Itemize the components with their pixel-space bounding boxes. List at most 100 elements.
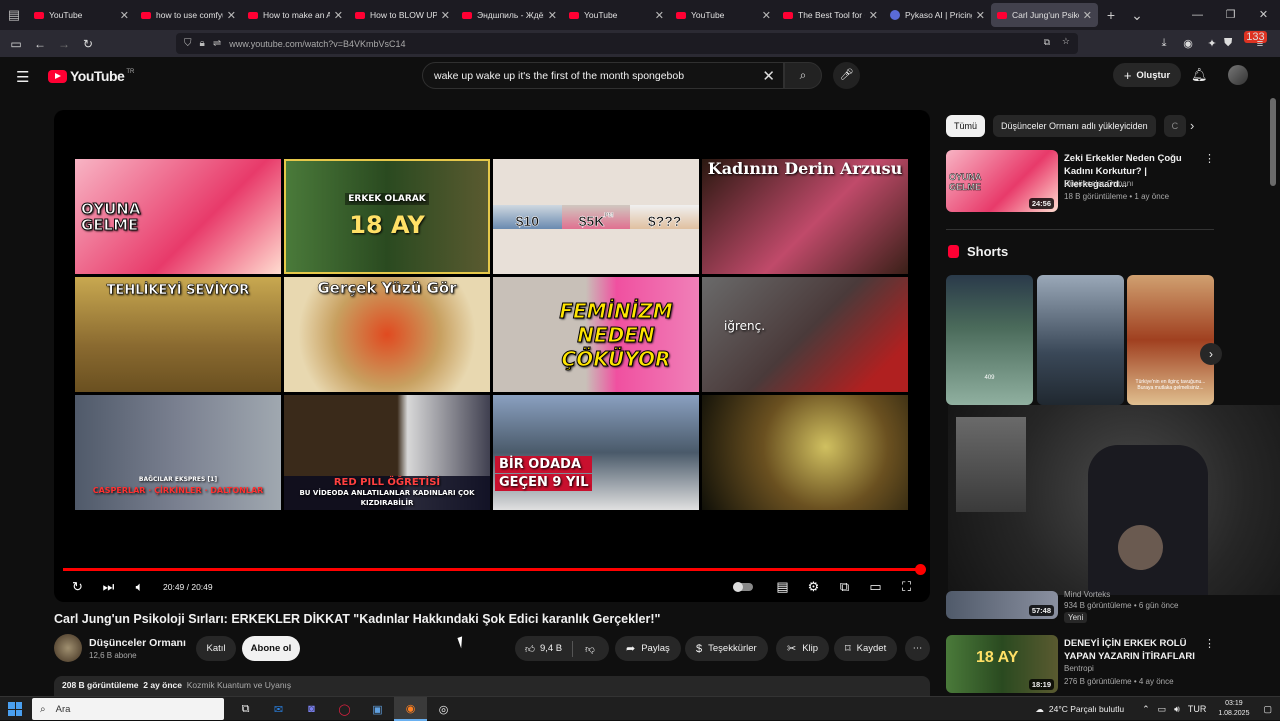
scrollbar-thumb[interactable]: [1270, 98, 1276, 186]
extensions-icon[interactable]: ✦: [1200, 37, 1224, 50]
like-count[interactable]: 9,4 B: [540, 643, 562, 654]
screenshot-icon[interactable]: ⧉: [1044, 37, 1050, 48]
channel-name[interactable]: Düşünceler Ormanı: [1064, 179, 1133, 188]
tray-chevron-icon[interactable]: ⌃: [1142, 704, 1150, 715]
video-title[interactable]: DENEYİ İÇİN ERKEK ROLÜ YAPAN YAZARIN İTİ…: [1064, 637, 1200, 663]
video-thumbnail[interactable]: 57:48: [946, 591, 1058, 619]
account-icon[interactable]: ◉: [1176, 37, 1200, 50]
channel-name[interactable]: Mind Vorteks: [1064, 590, 1110, 599]
end-screen-video[interactable]: FEMİNİZM NEDEN ÇÖKÜYOR: [493, 277, 699, 392]
sidebar-toggle-icon[interactable]: ▭: [4, 37, 28, 51]
create-button[interactable]: + Oluştur: [1113, 63, 1181, 87]
notifications-bell-icon[interactable]: 🔔︎: [1191, 67, 1208, 83]
end-screen-video[interactable]: $10 $5K PM $???: [493, 159, 699, 274]
taskbar-search[interactable]: ⌕ Ara: [32, 698, 224, 720]
short-video[interactable]: 409: [946, 275, 1033, 405]
more-actions-icon[interactable]: ⋯: [905, 636, 930, 661]
browser-tab-active[interactable]: Carl Jung'un Psikolo✕: [991, 3, 1098, 27]
windows-start-icon[interactable]: [8, 702, 22, 716]
close-tab-icon[interactable]: ✕: [334, 9, 343, 22]
lock-icon[interactable]: 🔒︎: [200, 38, 205, 49]
new-tab-icon[interactable]: +: [1098, 7, 1124, 23]
search-box[interactable]: ✕: [422, 62, 784, 89]
task-view-icon[interactable]: ⧉: [229, 697, 262, 721]
ublock-icon[interactable]: ⛊ 133: [1224, 31, 1267, 50]
url-bar[interactable]: ⛉ 🔒︎ ⇌ www.youtube.com/watch?v=B4VKmbVsC…: [176, 33, 1078, 54]
end-screen-video[interactable]: BİR ODADA GEÇEN 9 YIL: [493, 395, 699, 510]
tab-list-icon[interactable]: ▤: [0, 0, 28, 30]
browser-tab[interactable]: Эндшпиль - Ждёш ✕: [456, 0, 563, 30]
end-screen-video[interactable]: BAĞCILAR EKSPRES [1] CASPERLAR · ÇİRKİNLE…: [75, 395, 281, 510]
recommended-video[interactable]: 57:48 Mind Vorteks 934 B görüntüleme • 6…: [946, 590, 1216, 627]
chip-more[interactable]: C: [1163, 115, 1187, 137]
settings-gear-icon[interactable]: ⚙: [798, 579, 829, 595]
recommended-video[interactable]: OYUNA GELME 24:56 Zeki Erkekler Neden Ço…: [946, 150, 1216, 214]
browser-tab[interactable]: YouTube ✕: [563, 0, 670, 30]
end-screen-video[interactable]: OYUNA GELME: [75, 159, 281, 274]
back-icon[interactable]: ←: [28, 37, 52, 51]
end-screen-video[interactable]: [702, 395, 908, 510]
close-tab-icon[interactable]: ✕: [227, 9, 236, 22]
forward-icon[interactable]: →: [52, 37, 76, 51]
thanks-button[interactable]: $ Teşekkürler: [685, 636, 768, 661]
chip-from-uploader[interactable]: Düşünceler Ormanı adlı yükleyiciden: [993, 115, 1156, 137]
fullscreen-icon[interactable]: ⛶: [891, 579, 922, 595]
description-box[interactable]: 208 B görüntüleme 2 ay önce Kozmik Kuant…: [54, 676, 930, 696]
channel-name[interactable]: Düşünceler Ormanı: [89, 637, 186, 649]
close-tab-icon[interactable]: ✕: [976, 9, 985, 22]
like-icon[interactable]: 👍︎: [525, 643, 535, 655]
firefox-icon[interactable]: ◉: [394, 697, 427, 721]
search-input[interactable]: [434, 69, 754, 82]
app-window-icon[interactable]: ▣: [361, 697, 394, 721]
permissions-icon[interactable]: ⇌: [213, 38, 221, 49]
clear-search-icon[interactable]: ✕: [762, 67, 775, 85]
tab-overflow-chevron-icon[interactable]: ⌄: [1124, 7, 1150, 24]
channel-name[interactable]: Bentropi: [1064, 664, 1094, 673]
more-options-icon[interactable]: ⋮: [1204, 637, 1215, 650]
short-video[interactable]: [1037, 275, 1124, 405]
hamburger-menu-icon[interactable]: ☰: [16, 68, 29, 86]
restore-icon[interactable]: ❐: [1214, 0, 1247, 30]
end-screen-video[interactable]: Gerçek Yüzü Gör: [284, 277, 490, 392]
page-scrollbar[interactable]: [1268, 98, 1278, 690]
clock[interactable]: 03:19 1.08.2025: [1218, 699, 1249, 719]
close-tab-icon[interactable]: ✕: [869, 9, 878, 22]
shield-icon[interactable]: ⛉: [184, 38, 192, 49]
reload-icon[interactable]: ↻: [76, 37, 100, 51]
outlook-icon[interactable]: ✉: [262, 697, 295, 721]
browser-tab[interactable]: How to BLOW UP y✕: [349, 0, 456, 30]
end-screen-video[interactable]: TEHLİKEYİ SEVİYOR: [75, 277, 281, 392]
close-tab-icon[interactable]: ✕: [762, 9, 771, 22]
scrubber-handle[interactable]: [915, 564, 926, 575]
end-screen-video[interactable]: ERKEK OLARAK 18 AY: [284, 159, 490, 274]
video-thumbnail[interactable]: OYUNA GELME 24:56: [946, 150, 1058, 212]
subtitles-icon[interactable]: ▤: [767, 579, 798, 595]
short-video[interactable]: Türkiye'nin en ilginç tavuğunu... Buraya…: [1127, 275, 1214, 405]
share-button[interactable]: ➦ Paylaş: [615, 636, 681, 661]
close-tab-icon[interactable]: ✕: [441, 9, 450, 22]
volume-icon[interactable]: 🔊︎: [1174, 704, 1180, 715]
opera-icon[interactable]: ◯: [328, 697, 361, 721]
close-tab-icon[interactable]: ✕: [655, 9, 664, 22]
end-screen-video[interactable]: RED PILL ÖĞRETİSİ BU VİDEODA ANLATILANLAR…: [284, 395, 490, 510]
subscribe-button[interactable]: Abone ol: [242, 636, 300, 661]
network-icon[interactable]: ▭: [1158, 704, 1167, 715]
theater-mode-icon[interactable]: ▭: [860, 579, 891, 595]
join-button[interactable]: Katıl: [196, 636, 236, 661]
minimize-icon[interactable]: —: [1181, 0, 1214, 30]
miniplayer-icon[interactable]: ⧉: [829, 579, 860, 595]
recommended-video[interactable]: 18 AY 18:19 DENEYİ İÇİN ERKEK ROLÜ YAPAN…: [946, 635, 1216, 693]
replay-icon[interactable]: ↻: [62, 579, 93, 595]
channel-avatar[interactable]: [54, 634, 82, 662]
bookmark-star-icon[interactable]: ☆: [1062, 36, 1070, 47]
shorts-next-icon[interactable]: ›: [1200, 343, 1222, 365]
close-window-icon[interactable]: ✕: [1247, 0, 1280, 30]
clip-button[interactable]: ✂ Klip: [776, 636, 830, 661]
video-thumbnail[interactable]: 18 AY 18:19: [946, 635, 1058, 693]
microphone-icon[interactable]: 🎤︎: [833, 62, 860, 89]
youtube-logo[interactable]: YouTube TR: [48, 68, 134, 84]
end-screen-video[interactable]: Kadının Derin Arzusu: [702, 159, 908, 274]
browser-tab[interactable]: The Best Tool for Gr✕: [777, 0, 884, 30]
close-tab-icon[interactable]: ✕: [120, 9, 129, 22]
volume-icon[interactable]: 🔈︎: [124, 579, 155, 595]
